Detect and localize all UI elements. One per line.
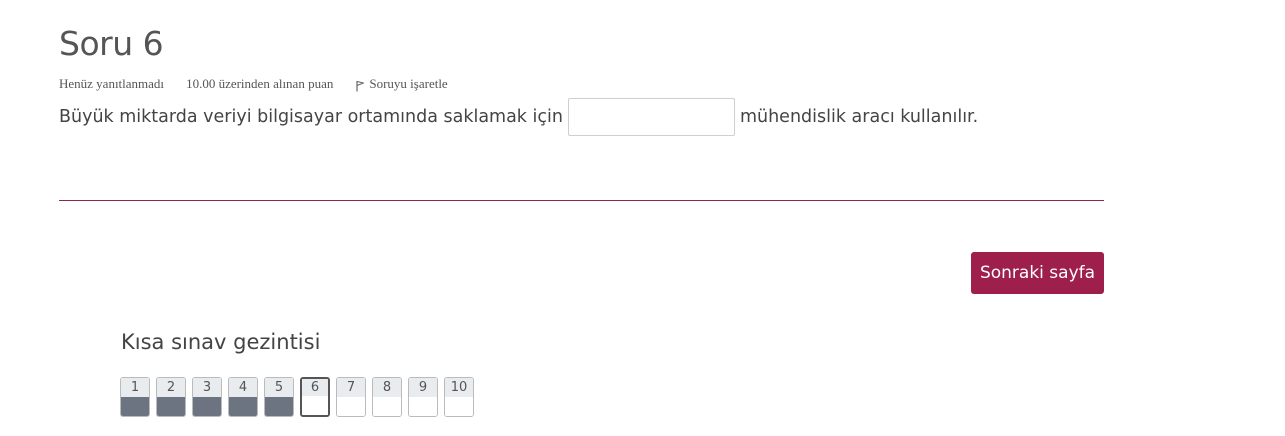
quiz-nav-button-status: [121, 397, 149, 416]
quiz-nav-button-7[interactable]: 7: [336, 377, 366, 417]
question-text: Büyük miktarda veriyi bilgisayar ortamın…: [59, 96, 978, 138]
flag-outline-icon: [356, 80, 365, 91]
question-title: Soru 6: [59, 24, 164, 63]
quiz-nav-button-number: 3: [193, 378, 221, 397]
quiz-nav-button-number: 8: [373, 378, 401, 397]
question-info: Henüz yanıtlanmadı 10.00 üzerinden alına…: [59, 76, 448, 92]
quiz-nav-button-number: 10: [445, 378, 473, 397]
question-grade: 10.00 üzerinden alınan puan: [186, 76, 334, 91]
quiz-nav-button-number: 2: [157, 378, 185, 397]
quiz-nav-button-status: [409, 397, 437, 416]
question-text-after: mühendislik aracı kullanılır.: [739, 107, 979, 127]
quiz-nav-button-number: 4: [229, 378, 257, 397]
quiz-nav-button-status: [302, 396, 328, 415]
question-text-before: Büyük miktarda veriyi bilgisayar ortamın…: [59, 107, 563, 127]
quiz-navigation-title: Kısa sınav gezintisi: [121, 330, 321, 354]
quiz-nav-button-status: [193, 397, 221, 416]
quiz-nav-button-8[interactable]: 8: [372, 377, 402, 417]
quiz-nav-button-status: [373, 397, 401, 416]
quiz-nav-button-5[interactable]: 5: [264, 377, 294, 417]
quiz-nav-button-3[interactable]: 3: [192, 377, 222, 417]
quiz-nav-button-6[interactable]: 6: [300, 377, 330, 417]
answer-input[interactable]: [567, 98, 735, 136]
quiz-nav-button-number: 6: [302, 379, 328, 396]
quiz-nav-button-2[interactable]: 2: [156, 377, 186, 417]
quiz-nav-button-status: [337, 397, 365, 416]
quiz-nav-button-9[interactable]: 9: [408, 377, 438, 417]
question-state: Henüz yanıtlanmadı: [59, 76, 165, 91]
divider-line: [59, 200, 1104, 201]
quiz-nav-button-number: 1: [121, 378, 149, 397]
flag-question-label: Soruyu işaretle: [369, 76, 448, 91]
quiz-nav-button-10[interactable]: 10: [444, 377, 474, 417]
quiz-nav-button-number: 7: [337, 378, 365, 397]
quiz-nav-button-status: [445, 397, 473, 416]
next-page-button[interactable]: Sonraki sayfa: [971, 252, 1104, 294]
flag-question-link[interactable]: Soruyu işaretle: [355, 76, 448, 92]
quiz-nav-button-status: [229, 397, 257, 416]
quiz-nav-button-4[interactable]: 4: [228, 377, 258, 417]
quiz-nav-button-status: [157, 397, 185, 416]
quiz-nav-button-status: [265, 397, 293, 416]
quiz-nav-button-number: 9: [409, 378, 437, 397]
quiz-navigation-buttons: 1 2 3 4 5 6 7 8 9 10: [120, 377, 480, 417]
quiz-nav-button-number: 5: [265, 378, 293, 397]
quiz-nav-button-1[interactable]: 1: [120, 377, 150, 417]
